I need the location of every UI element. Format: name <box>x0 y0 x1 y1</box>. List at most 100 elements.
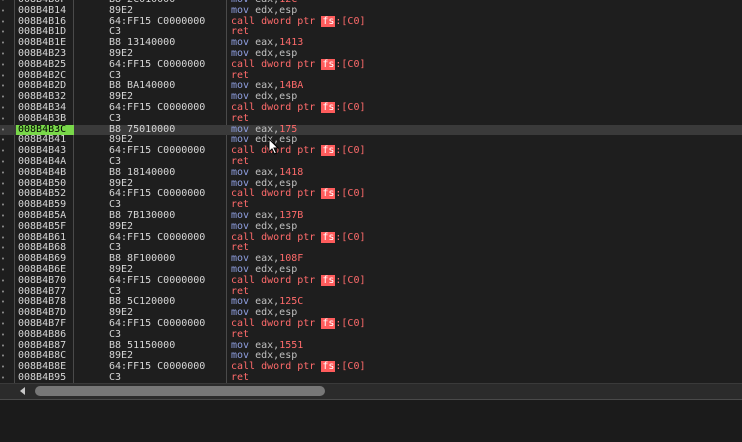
bullet-icon[interactable]: • <box>0 233 6 244</box>
bullet-icon[interactable]: • <box>0 103 6 114</box>
bullet-icon[interactable]: • <box>0 27 6 38</box>
segment-register: fs <box>321 58 336 70</box>
scroll-left-arrow-icon[interactable] <box>20 387 25 395</box>
bullet-icon[interactable]: • <box>0 297 6 308</box>
bullet-icon[interactable]: • <box>0 319 6 330</box>
bullet-icon[interactable]: • <box>0 125 6 136</box>
segment-register: fs <box>321 361 336 373</box>
mnemonic: mov <box>231 339 250 351</box>
address-cell: 008B4B4B <box>18 166 67 178</box>
operands: edx,esp <box>255 47 298 59</box>
disassembly-row[interactable]: • 008B4B14 89E2 mov edx,esp <box>0 4 742 17</box>
disassembly-row[interactable]: • 008B4B4B B8 18140000 mov eax,1418 <box>0 166 742 179</box>
bullet-icon[interactable]: • <box>0 265 6 276</box>
operands: edx,esp <box>255 177 298 189</box>
mnemonic: call <box>231 145 256 157</box>
bytes-cell: 89E2 <box>109 220 134 232</box>
operands: dword ptr <box>261 274 322 286</box>
bytes-cell: 64:FF15 C0000000 <box>109 231 206 243</box>
disassembly-row[interactable]: • 008B4B70 64:FF15 C0000000 call dword ptr … <box>0 274 742 287</box>
bullet-icon[interactable]: • <box>0 114 6 125</box>
bullet-icon[interactable]: • <box>0 168 6 179</box>
disassembly-row[interactable]: • 008B4B3B C3 ret <box>0 112 742 125</box>
disassembly-view[interactable]: •008B4B0FB8 2C010000mov eax,12C•008B4B14… <box>0 0 742 383</box>
bullet-icon[interactable]: • <box>0 49 6 60</box>
disassembly-row[interactable]: • 008B4B86 C3 ret <box>0 328 742 341</box>
address-cell: 008B4B5F <box>18 220 67 232</box>
address-cell: 008B4B95 <box>18 371 67 383</box>
bullet-icon[interactable]: • <box>0 17 6 28</box>
mnemonic: call <box>231 274 256 286</box>
mnemonic: mov <box>231 134 250 146</box>
bullet-icon[interactable]: • <box>0 222 6 233</box>
memory-operand: :[C0] <box>335 58 366 70</box>
bullet-icon[interactable]: • <box>0 38 6 49</box>
mnemonic: mov <box>231 220 250 232</box>
horizontal-scrollbar[interactable] <box>0 383 742 399</box>
bullet-icon[interactable]: • <box>0 6 6 17</box>
bullet-icon[interactable]: • <box>0 243 6 254</box>
mnemonic: mov <box>231 80 250 92</box>
operands: dword ptr <box>261 188 322 200</box>
instruction-cell: call dword ptr fs:[C0] <box>231 188 366 200</box>
bullet-icon[interactable]: • <box>0 254 6 265</box>
bullet-icon[interactable]: • <box>0 189 6 200</box>
mnemonic: mov <box>231 91 250 103</box>
operands: eax, <box>255 123 280 135</box>
address-cell: 008B4B70 <box>18 274 67 286</box>
operands: edx,esp <box>255 263 298 275</box>
bullet-icon[interactable]: • <box>0 373 6 383</box>
bullet-icon[interactable]: • <box>0 179 6 190</box>
address-cell: 008B4B14 <box>18 4 67 16</box>
bullet-icon[interactable]: • <box>0 287 6 298</box>
operands: eax, <box>255 296 280 308</box>
mnemonic: mov <box>231 123 250 135</box>
bullet-icon[interactable]: • <box>0 146 6 157</box>
disassembly-row[interactable]: • 008B4B25 64:FF15 C0000000 call dword ptr … <box>0 58 742 71</box>
mnemonic: mov <box>231 37 250 49</box>
scrollbar-thumb[interactable] <box>35 386 325 396</box>
bytes-cell: 64:FF15 C0000000 <box>109 58 206 70</box>
immediate-value: 175 <box>279 123 298 135</box>
segment-register: fs <box>321 274 336 286</box>
mnemonic: mov <box>231 177 250 189</box>
bullet-icon[interactable]: • <box>0 308 6 319</box>
bytes-cell: 89E2 <box>109 4 134 16</box>
instruction-cell: ret <box>231 372 249 383</box>
memory-operand: :[C0] <box>335 317 366 329</box>
memory-operand: :[C0] <box>335 231 366 243</box>
bullet-icon[interactable]: • <box>0 211 6 222</box>
memory-operand: :[C0] <box>335 274 366 286</box>
bullet-icon[interactable]: • <box>0 362 6 373</box>
disassembly-row[interactable]: • 008B4B5F 89E2 mov edx,esp <box>0 220 742 233</box>
bullet-icon[interactable]: • <box>0 71 6 82</box>
immediate-value: 108F <box>279 253 304 265</box>
bytes-cell: 64:FF15 C0000000 <box>109 361 206 373</box>
mnemonic: mov <box>231 307 250 319</box>
bullet-icon[interactable]: • <box>0 200 6 211</box>
segment-register: fs <box>321 188 336 200</box>
operands: eax, <box>255 80 280 92</box>
bullet-icon[interactable]: • <box>0 330 6 341</box>
segment-register: fs <box>321 317 336 329</box>
disassembly-row[interactable]: • 008B4B95 C3 ret <box>0 371 742 383</box>
memory-operand: :[C0] <box>335 188 366 200</box>
bytes-cell: C3 <box>109 112 122 124</box>
bullet-icon[interactable]: • <box>0 135 6 146</box>
bullet-icon[interactable]: • <box>0 276 6 287</box>
bullet-icon[interactable]: • <box>0 351 6 362</box>
bullet-icon[interactable]: • <box>0 81 6 92</box>
mnemonic: ret <box>231 242 250 254</box>
instruction-cell: call dword ptr fs:[C0] <box>231 15 366 28</box>
mnemonic: call <box>231 101 256 113</box>
operands: edx,esp <box>255 91 298 103</box>
address-cell: 008B4B86 <box>18 328 67 340</box>
operands: dword ptr <box>261 15 322 27</box>
instruction-cell: call dword ptr fs:[C0] <box>231 317 366 330</box>
mnemonic: mov <box>231 263 250 275</box>
bullet-icon[interactable]: • <box>0 60 6 71</box>
bullet-icon[interactable]: • <box>0 92 6 103</box>
bullet-icon[interactable]: • <box>0 157 6 168</box>
segment-register: fs <box>321 231 336 243</box>
bullet-icon[interactable]: • <box>0 341 6 352</box>
